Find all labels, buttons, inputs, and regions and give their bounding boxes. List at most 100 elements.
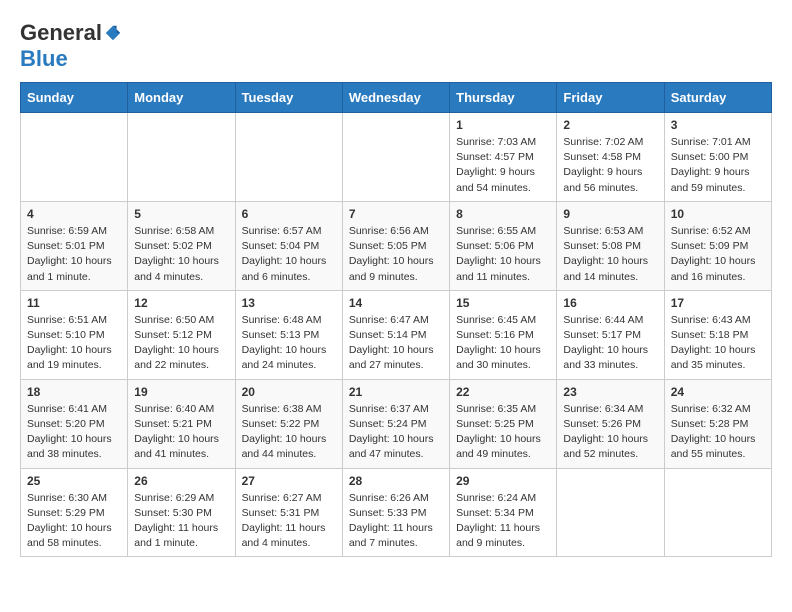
day-number: 2 bbox=[563, 118, 657, 132]
day-number: 12 bbox=[134, 296, 228, 310]
day-number: 17 bbox=[671, 296, 765, 310]
day-number: 1 bbox=[456, 118, 550, 132]
calendar-cell: 5 Sunrise: 6:58 AMSunset: 5:02 PMDaylight… bbox=[128, 201, 235, 290]
calendar-cell: 29 Sunrise: 6:24 AMSunset: 5:34 PMDayligh… bbox=[450, 468, 557, 557]
calendar-cell: 20 Sunrise: 6:38 AMSunset: 5:22 PMDayligh… bbox=[235, 379, 342, 468]
day-info: Sunrise: 6:35 AMSunset: 5:25 PMDaylight:… bbox=[456, 402, 550, 463]
day-number: 6 bbox=[242, 207, 336, 221]
calendar-cell: 13 Sunrise: 6:48 AMSunset: 5:13 PMDayligh… bbox=[235, 290, 342, 379]
day-info: Sunrise: 6:48 AMSunset: 5:13 PMDaylight:… bbox=[242, 313, 336, 374]
day-info: Sunrise: 6:58 AMSunset: 5:02 PMDaylight:… bbox=[134, 224, 228, 285]
logo-blue: Blue bbox=[20, 46, 122, 72]
calendar-cell: 14Sunrise: 6:47 AMSunset: 5:14 PMDayligh… bbox=[342, 290, 449, 379]
day-info: Sunrise: 6:34 AMSunset: 5:26 PMDaylight:… bbox=[563, 402, 657, 463]
day-number: 19 bbox=[134, 385, 228, 399]
calendar-week-row: 11 Sunrise: 6:51 AMSunset: 5:10 PMDayligh… bbox=[21, 290, 772, 379]
day-of-week-header: Thursday bbox=[450, 83, 557, 113]
day-info: Sunrise: 7:03 AMSunset: 4:57 PMDaylight:… bbox=[456, 135, 550, 196]
day-info: Sunrise: 6:53 AMSunset: 5:08 PMDaylight:… bbox=[563, 224, 657, 285]
calendar-cell: 18 Sunrise: 6:41 AMSunset: 5:20 PMDayligh… bbox=[21, 379, 128, 468]
calendar-cell: 17 Sunrise: 6:43 AMSunset: 5:18 PMDayligh… bbox=[664, 290, 771, 379]
day-number: 26 bbox=[134, 474, 228, 488]
day-info: Sunrise: 6:52 AMSunset: 5:09 PMDaylight:… bbox=[671, 224, 765, 285]
calendar-week-row: 4 Sunrise: 6:59 AMSunset: 5:01 PMDaylight… bbox=[21, 201, 772, 290]
day-info: Sunrise: 6:43 AMSunset: 5:18 PMDaylight:… bbox=[671, 313, 765, 374]
calendar-header: SundayMondayTuesdayWednesdayThursdayFrid… bbox=[21, 83, 772, 113]
calendar-cell: 25 Sunrise: 6:30 AMSunset: 5:29 PMDayligh… bbox=[21, 468, 128, 557]
calendar-cell: 28 Sunrise: 6:26 AMSunset: 5:33 PMDayligh… bbox=[342, 468, 449, 557]
day-number: 4 bbox=[27, 207, 121, 221]
calendar-week-row: 25 Sunrise: 6:30 AMSunset: 5:29 PMDayligh… bbox=[21, 468, 772, 557]
logo-general: General bbox=[20, 20, 102, 46]
day-number: 16 bbox=[563, 296, 657, 310]
day-number: 11 bbox=[27, 296, 121, 310]
day-number: 25 bbox=[27, 474, 121, 488]
calendar-cell: 1 Sunrise: 7:03 AMSunset: 4:57 PMDaylight… bbox=[450, 113, 557, 202]
day-info: Sunrise: 6:59 AMSunset: 5:01 PMDaylight:… bbox=[27, 224, 121, 285]
day-info: Sunrise: 6:29 AMSunset: 5:30 PMDaylight:… bbox=[134, 491, 228, 552]
calendar-cell: 26 Sunrise: 6:29 AMSunset: 5:30 PMDayligh… bbox=[128, 468, 235, 557]
page-header: General Blue bbox=[20, 20, 772, 72]
day-number: 29 bbox=[456, 474, 550, 488]
day-info: Sunrise: 7:01 AMSunset: 5:00 PMDaylight:… bbox=[671, 135, 765, 196]
calendar-cell: 10 Sunrise: 6:52 AMSunset: 5:09 PMDayligh… bbox=[664, 201, 771, 290]
calendar-cell bbox=[21, 113, 128, 202]
logo-icon bbox=[104, 24, 122, 42]
calendar-cell bbox=[342, 113, 449, 202]
day-of-week-header: Monday bbox=[128, 83, 235, 113]
day-number: 5 bbox=[134, 207, 228, 221]
calendar-cell: 16 Sunrise: 6:44 AMSunset: 5:17 PMDayligh… bbox=[557, 290, 664, 379]
day-number: 24 bbox=[671, 385, 765, 399]
calendar-cell: 21 Sunrise: 6:37 AMSunset: 5:24 PMDayligh… bbox=[342, 379, 449, 468]
day-number: 23 bbox=[563, 385, 657, 399]
calendar-cell bbox=[664, 468, 771, 557]
day-number: 7 bbox=[349, 207, 443, 221]
day-info: Sunrise: 6:40 AMSunset: 5:21 PMDaylight:… bbox=[134, 402, 228, 463]
calendar-cell bbox=[235, 113, 342, 202]
day-number: 15 bbox=[456, 296, 550, 310]
day-number: 27 bbox=[242, 474, 336, 488]
day-info: Sunrise: 6:44 AMSunset: 5:17 PMDaylight:… bbox=[563, 313, 657, 374]
day-of-week-header: Tuesday bbox=[235, 83, 342, 113]
calendar-cell: 19 Sunrise: 6:40 AMSunset: 5:21 PMDayligh… bbox=[128, 379, 235, 468]
calendar: SundayMondayTuesdayWednesdayThursdayFrid… bbox=[20, 82, 772, 557]
day-of-week-header: Wednesday bbox=[342, 83, 449, 113]
calendar-cell bbox=[557, 468, 664, 557]
day-info: Sunrise: 6:26 AMSunset: 5:33 PMDaylight:… bbox=[349, 491, 443, 552]
calendar-cell bbox=[128, 113, 235, 202]
day-info: Sunrise: 6:47 AMSunset: 5:14 PMDaylight:… bbox=[349, 313, 443, 374]
day-info: Sunrise: 7:02 AMSunset: 4:58 PMDaylight:… bbox=[563, 135, 657, 196]
day-info: Sunrise: 6:37 AMSunset: 5:24 PMDaylight:… bbox=[349, 402, 443, 463]
day-info: Sunrise: 6:30 AMSunset: 5:29 PMDaylight:… bbox=[27, 491, 121, 552]
day-info: Sunrise: 6:24 AMSunset: 5:34 PMDaylight:… bbox=[456, 491, 550, 552]
logo: General Blue bbox=[20, 20, 122, 72]
day-info: Sunrise: 6:51 AMSunset: 5:10 PMDaylight:… bbox=[27, 313, 121, 374]
day-info: Sunrise: 6:57 AMSunset: 5:04 PMDaylight:… bbox=[242, 224, 336, 285]
day-of-week-header: Friday bbox=[557, 83, 664, 113]
calendar-cell: 9 Sunrise: 6:53 AMSunset: 5:08 PMDaylight… bbox=[557, 201, 664, 290]
day-number: 28 bbox=[349, 474, 443, 488]
day-info: Sunrise: 6:41 AMSunset: 5:20 PMDaylight:… bbox=[27, 402, 121, 463]
calendar-cell: 27 Sunrise: 6:27 AMSunset: 5:31 PMDayligh… bbox=[235, 468, 342, 557]
day-number: 9 bbox=[563, 207, 657, 221]
calendar-week-row: 18 Sunrise: 6:41 AMSunset: 5:20 PMDayligh… bbox=[21, 379, 772, 468]
calendar-cell: 12 Sunrise: 6:50 AMSunset: 5:12 PMDayligh… bbox=[128, 290, 235, 379]
day-number: 10 bbox=[671, 207, 765, 221]
calendar-cell: 4 Sunrise: 6:59 AMSunset: 5:01 PMDaylight… bbox=[21, 201, 128, 290]
day-info: Sunrise: 6:56 AMSunset: 5:05 PMDaylight:… bbox=[349, 224, 443, 285]
day-number: 21 bbox=[349, 385, 443, 399]
day-info: Sunrise: 6:45 AMSunset: 5:16 PMDaylight:… bbox=[456, 313, 550, 374]
calendar-cell: 8Sunrise: 6:55 AMSunset: 5:06 PMDaylight… bbox=[450, 201, 557, 290]
day-info: Sunrise: 6:27 AMSunset: 5:31 PMDaylight:… bbox=[242, 491, 336, 552]
day-number: 13 bbox=[242, 296, 336, 310]
calendar-cell: 11 Sunrise: 6:51 AMSunset: 5:10 PMDayligh… bbox=[21, 290, 128, 379]
day-number: 20 bbox=[242, 385, 336, 399]
day-info: Sunrise: 6:38 AMSunset: 5:22 PMDaylight:… bbox=[242, 402, 336, 463]
day-number: 18 bbox=[27, 385, 121, 399]
calendar-cell: 3Sunrise: 7:01 AMSunset: 5:00 PMDaylight… bbox=[664, 113, 771, 202]
calendar-cell: 22Sunrise: 6:35 AMSunset: 5:25 PMDayligh… bbox=[450, 379, 557, 468]
calendar-cell: 15 Sunrise: 6:45 AMSunset: 5:16 PMDayligh… bbox=[450, 290, 557, 379]
day-info: Sunrise: 6:50 AMSunset: 5:12 PMDaylight:… bbox=[134, 313, 228, 374]
calendar-cell: 7 Sunrise: 6:56 AMSunset: 5:05 PMDaylight… bbox=[342, 201, 449, 290]
calendar-cell: 24Sunrise: 6:32 AMSunset: 5:28 PMDayligh… bbox=[664, 379, 771, 468]
